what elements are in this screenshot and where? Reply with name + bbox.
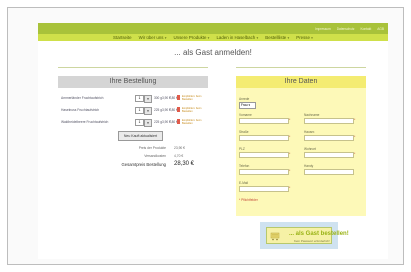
top-link-agb[interactable]: AGB — [377, 27, 384, 31]
chevron-down-icon: ▾ — [164, 36, 167, 40]
street-field[interactable] — [239, 135, 289, 141]
top-link-impressum[interactable]: Impressum — [315, 27, 331, 31]
web-page: Impressum Datenschutz Kontakt AGB Starts… — [38, 23, 388, 259]
summary-value: 4,70 € — [174, 154, 184, 158]
required-marker: * — [289, 135, 291, 139]
nav-item-laden[interactable]: Laden in Haselbach ▾ — [216, 35, 258, 40]
nav-item-startseite[interactable]: Startseite — [113, 35, 132, 40]
quantity-field[interactable]: 1 — [135, 119, 144, 126]
city-field[interactable] — [304, 152, 354, 158]
field-label: E-Mail — [239, 181, 249, 185]
field-label: Wohnort — [304, 147, 316, 151]
salutation-select[interactable]: Frau ▾ — [239, 102, 256, 109]
remove-item-icon[interactable] — [177, 119, 180, 124]
summary-label: Versandkosten — [144, 154, 166, 158]
row-note: Empfohlen: beim Bestellen — [182, 95, 202, 101]
required-marker: * — [354, 152, 356, 156]
required-fields-note: * Pflichtfelder — [239, 198, 258, 202]
customer-data-panel: Ihre Daten Anrede Frau ▾ Vorname * Nachn… — [236, 76, 366, 216]
order-row: Waldheidelbeere Fruchtaufstrich 1 ▾ 225 … — [61, 118, 208, 127]
phone-field[interactable] — [239, 169, 289, 175]
field-label: Handy — [304, 164, 314, 168]
quantity-field[interactable]: 1 — [135, 95, 144, 102]
field-label: PLZ — [239, 147, 245, 151]
main-navigation: Startseite Wir über uns ▾ Unsere Produkt… — [38, 34, 388, 41]
top-link-bar: Impressum Datenschutz Kontakt AGB — [38, 23, 388, 34]
field-label: Straße — [239, 130, 249, 134]
nav-item-wir-ueber-uns[interactable]: Wir über uns ▾ — [139, 35, 167, 40]
mobile-field[interactable] — [304, 169, 354, 175]
total-label: Gesamtpreis Bestellung — [121, 162, 166, 167]
nav-item-produkte[interactable]: Unsere Produkte ▾ — [173, 35, 209, 40]
guest-order-button[interactable]: ... als Gast bestellen! Kein Passwort er… — [266, 227, 349, 244]
product-name: Waldheidelbeere Fruchtaufstrich — [61, 120, 109, 124]
top-link-kontakt[interactable]: Kontakt — [360, 27, 371, 31]
nav-item-presse[interactable]: Presse ▾ — [296, 35, 313, 40]
postal-code-field[interactable] — [239, 152, 289, 158]
screenshot-frame: Impressum Datenschutz Kontakt AGB Starts… — [7, 7, 404, 265]
field-label: Hausnr. — [304, 130, 315, 134]
quantity-stepper[interactable]: ▾ — [144, 119, 152, 127]
total-row: Gesamtpreis Bestellung 28,30 € — [118, 161, 208, 168]
remove-item-icon[interactable] — [177, 95, 180, 100]
field-label: Telefon — [239, 164, 250, 168]
divider — [58, 67, 208, 68]
required-marker: * — [289, 186, 291, 190]
email-field[interactable] — [239, 186, 289, 192]
summary-label: Preis der Produkte — [138, 146, 166, 150]
shopping-cart-icon — [270, 232, 280, 241]
remove-item-icon[interactable] — [177, 107, 180, 112]
top-link-datenschutz[interactable]: Datenschutz — [337, 27, 355, 31]
required-marker: * — [354, 118, 356, 122]
required-marker: * — [354, 135, 356, 139]
field-label: Nachname — [304, 113, 320, 117]
update-order-button[interactable]: Neu Kauft aktualisiert — [118, 131, 163, 141]
summary-row: Preis der Produkte 23,90 € — [118, 146, 208, 152]
guest-order-area: ... als Gast bestellen! Kein Passwort er… — [260, 222, 349, 249]
row-note: Empfohlen: beim Bestellen — [182, 107, 202, 113]
product-size: 300 g — [154, 96, 162, 100]
order-panel: Ihre Bestellung Ammerländer Fruchtaufstr… — [58, 76, 208, 188]
chevron-down-icon: ▾ — [207, 36, 210, 40]
required-marker: * — [289, 169, 291, 173]
row-note: Empfohlen: beim Bestellen — [182, 119, 202, 125]
quantity-field[interactable]: 1 — [135, 107, 144, 114]
required-marker: * — [289, 152, 291, 156]
chevron-down-icon: ▾ — [311, 36, 313, 40]
order-panel-title: Ihre Bestellung — [58, 76, 208, 88]
house-number-field[interactable] — [304, 135, 354, 141]
order-row: Haselnuss Fruchtaufstrich 1 ▾ 225 g 3,90… — [61, 106, 208, 115]
summary-value: 23,90 € — [174, 146, 185, 150]
order-row: Ammerländer Fruchtaufstrich 1 ▾ 300 g 3,… — [61, 94, 208, 103]
nav-item-bestellliste[interactable]: Bestellliste ▾ — [265, 35, 289, 40]
first-name-field[interactable] — [239, 118, 289, 124]
product-size: 225 g — [154, 120, 162, 124]
total-value: 28,30 € — [174, 161, 195, 167]
product-name: Ammerländer Fruchtaufstrich — [61, 96, 104, 100]
customer-data-title: Ihre Daten — [236, 76, 366, 88]
product-size: 225 g — [154, 108, 162, 112]
quantity-stepper[interactable]: ▾ — [144, 95, 152, 103]
summary-row: Versandkosten 4,70 € — [118, 154, 208, 160]
guest-order-subtitle: Kein Passwort erforderlich! — [294, 239, 330, 243]
chevron-down-icon: ▾ — [256, 36, 259, 40]
page-title: ... als Gast anmelden! — [174, 48, 252, 57]
guest-order-title: ... als Gast bestellen! — [289, 231, 349, 237]
chevron-down-icon: ▾ — [287, 36, 290, 40]
divider — [236, 67, 366, 68]
last-name-field[interactable] — [304, 118, 354, 124]
quantity-stepper[interactable]: ▾ — [144, 107, 152, 115]
required-marker: * — [289, 118, 291, 122]
salutation-label: Anrede — [239, 97, 250, 101]
field-label: Vorname — [239, 113, 252, 117]
product-name: Haselnuss Fruchtaufstrich — [61, 108, 100, 112]
